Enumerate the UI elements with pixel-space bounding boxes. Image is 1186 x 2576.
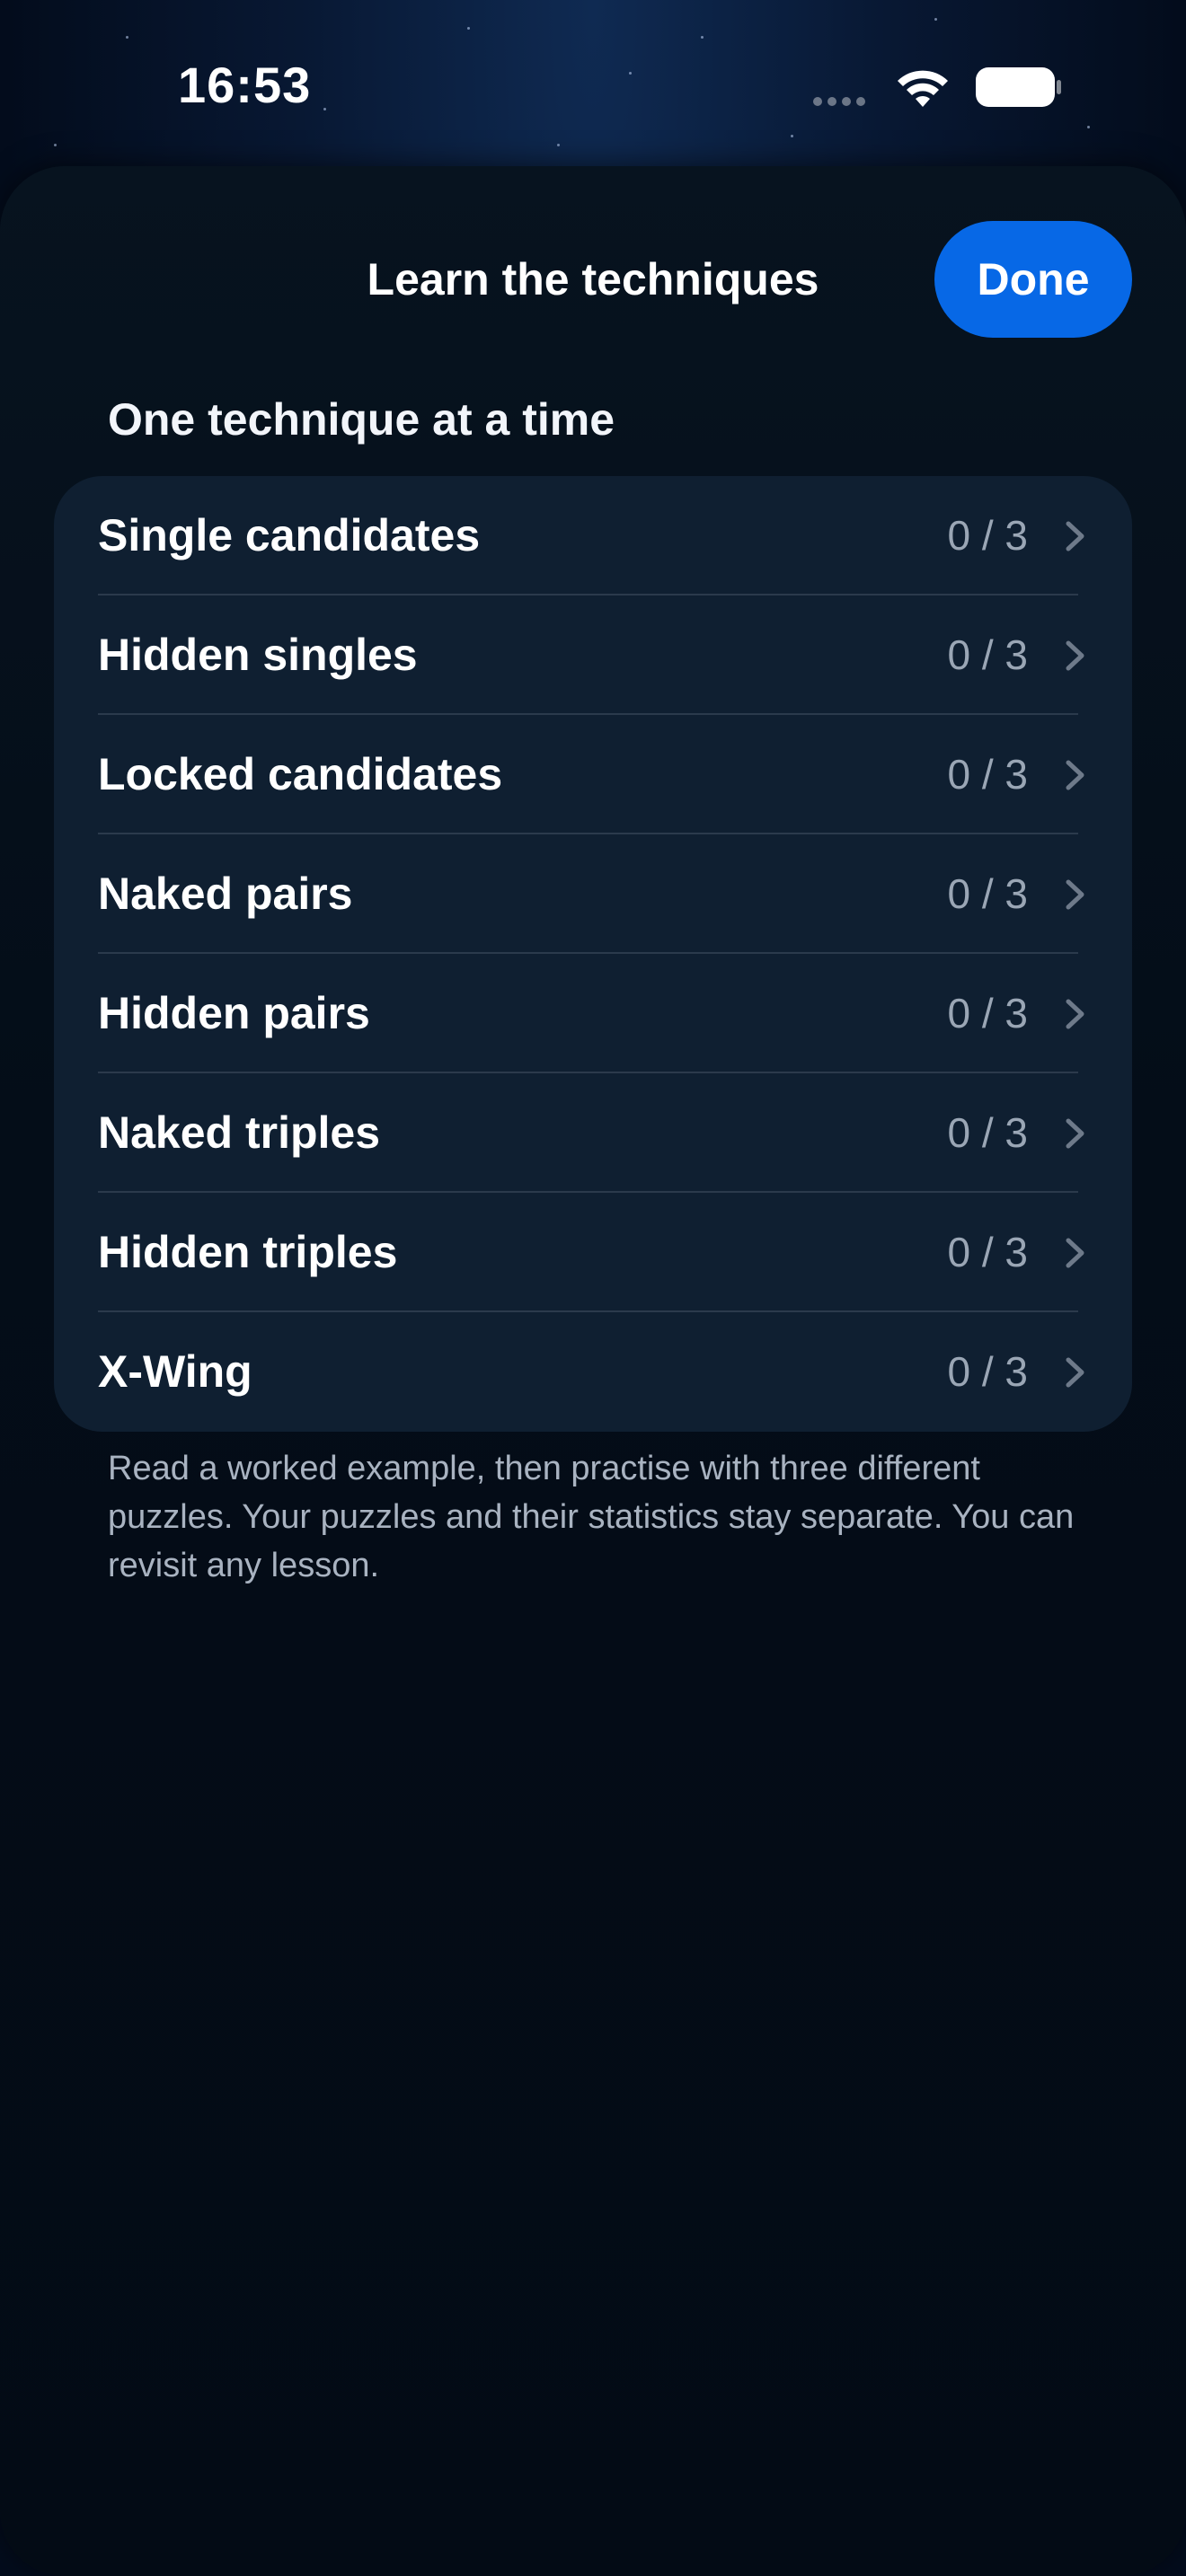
status-time: 16:53 [178, 57, 312, 113]
chevron-right-icon [1066, 1238, 1084, 1268]
sheet-title: Learn the techniques [367, 254, 819, 304]
status-bar: 16:53 [0, 0, 1186, 171]
chevron-right-icon [1066, 521, 1084, 551]
technique-label: Hidden triples [98, 1227, 398, 1277]
section-footer-note: Read a worked example, then practise wit… [108, 1450, 1075, 1584]
technique-progress: 0 / 3 [947, 631, 1028, 678]
chevron-right-icon [1066, 879, 1084, 910]
technique-progress: 0 / 3 [947, 512, 1028, 559]
chevron-right-icon [1066, 1357, 1084, 1388]
technique-label: Naked triples [98, 1107, 381, 1158]
technique-row-locked-candidates[interactable]: Locked candidates 0 / 3 [54, 715, 1132, 834]
technique-label: Hidden singles [98, 630, 418, 680]
technique-progress: 0 / 3 [947, 1348, 1028, 1395]
section-header: One technique at a time [108, 394, 615, 445]
technique-row-naked-triples[interactable]: Naked triples 0 / 3 [54, 1073, 1132, 1193]
technique-progress: 0 / 3 [947, 990, 1028, 1037]
technique-row-x-wing[interactable]: X-Wing 0 / 3 [54, 1312, 1132, 1432]
technique-progress: 0 / 3 [947, 1229, 1028, 1275]
technique-label: Locked candidates [98, 749, 503, 799]
chevron-right-icon [1066, 999, 1084, 1029]
technique-row-hidden-triples[interactable]: Hidden triples 0 / 3 [54, 1193, 1132, 1312]
technique-label: X-Wing [98, 1346, 252, 1397]
technique-row-hidden-singles[interactable]: Hidden singles 0 / 3 [54, 595, 1132, 715]
technique-label: Hidden pairs [98, 988, 370, 1038]
technique-row-naked-pairs[interactable]: Naked pairs 0 / 3 [54, 834, 1132, 954]
chevron-right-icon [1066, 760, 1084, 790]
technique-progress: 0 / 3 [947, 870, 1028, 917]
technique-row-single-candidates[interactable]: Single candidates 0 / 3 [54, 476, 1132, 595]
cellular-signal-icon [813, 97, 865, 106]
technique-label: Single candidates [98, 510, 481, 560]
technique-row-hidden-pairs[interactable]: Hidden pairs 0 / 3 [54, 954, 1132, 1073]
battery-icon [976, 67, 1061, 107]
wifi-icon [898, 70, 948, 107]
done-button[interactable]: Done [934, 221, 1132, 338]
technique-progress: 0 / 3 [947, 1109, 1028, 1156]
technique-label: Naked pairs [98, 869, 353, 919]
technique-progress: 0 / 3 [947, 751, 1028, 798]
chevron-right-icon [1066, 1118, 1084, 1149]
technique-list: Single candidates 0 / 3 Hidden singles 0… [54, 476, 1132, 1432]
chevron-right-icon [1066, 640, 1084, 671]
